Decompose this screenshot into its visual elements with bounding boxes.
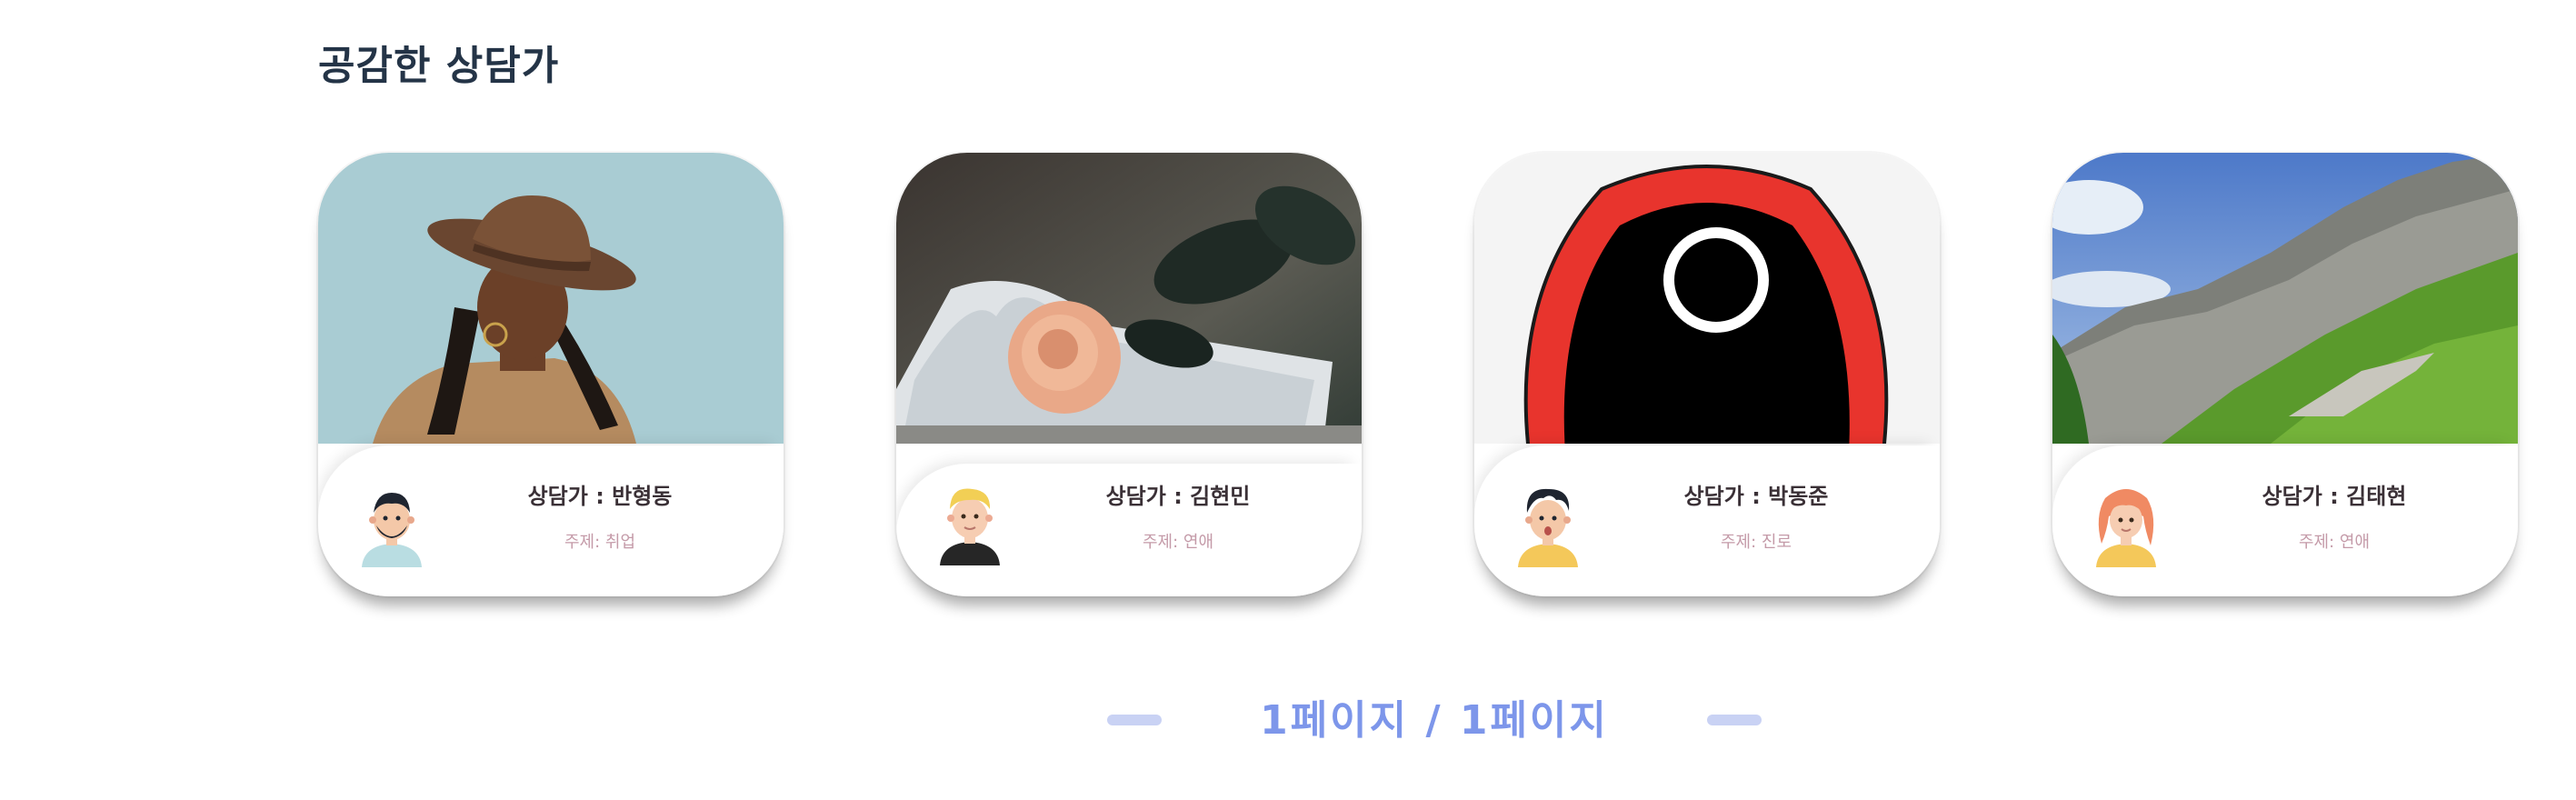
next-page-button[interactable] bbox=[1707, 715, 1762, 725]
blonde-man-avatar-icon bbox=[940, 488, 1000, 565]
counseling-topic: 주제: 연애 bbox=[2298, 533, 2371, 552]
card-info: 상담가 : 김현민 주제: 연애 bbox=[896, 464, 1362, 596]
section-title: 공감한 상담가 bbox=[318, 43, 560, 89]
counseling-topic: 주제: 연애 bbox=[1142, 533, 1214, 552]
red-haired-woman-avatar-icon bbox=[2096, 489, 2156, 567]
rose-on-book-photo bbox=[896, 153, 1362, 444]
card-info: 상담가 : 박동준 주제: 진로 bbox=[1474, 445, 1940, 596]
counselor-name: 상담가 : 반형동 bbox=[527, 484, 673, 509]
counselor-name: 상담가 : 박동준 bbox=[1683, 484, 1829, 509]
portrait-woman-hat-photo bbox=[318, 153, 784, 444]
counselor-name: 상담가 : 김태현 bbox=[2261, 484, 2407, 509]
counseling-topic: 주제: 취업 bbox=[564, 533, 636, 552]
previous-page-button[interactable] bbox=[1107, 715, 1162, 725]
mountain-landscape-photo bbox=[2052, 153, 2518, 444]
counselor-card-4[interactable]: 상담가 : 김태현 주제: 연애 bbox=[2052, 153, 2518, 596]
page-indicator: 1페이지 / 1페이지 bbox=[1260, 697, 1609, 744]
surprised-boy-avatar-icon bbox=[1518, 488, 1578, 567]
counseling-topic: 주제: 진로 bbox=[1720, 533, 1792, 552]
counselor-name: 상담가 : 김현민 bbox=[1105, 484, 1251, 509]
card-info: 상담가 : 김태현 주제: 연애 bbox=[2052, 445, 2518, 596]
counselor-card-1[interactable]: 상담가 : 반형동 주제: 취업 bbox=[318, 153, 784, 596]
page: 공감한 상담가 상담가: 반형동 주제: 취업 상담가: 김현민 주제: 연… bbox=[0, 0, 2576, 800]
pagination: 1페이지 / 1페이지 bbox=[1107, 687, 1762, 744]
card-info: 상담가 : 반형동 주제: 취업 bbox=[318, 445, 784, 596]
red-hood-mask-photo bbox=[1474, 153, 1940, 444]
counselor-card-2[interactable]: 상담가 : 김현민 주제: 연애 bbox=[896, 153, 1362, 596]
bearded-man-avatar-icon bbox=[362, 493, 422, 567]
counselor-card-3[interactable]: 상담가 : 박동준 주제: 진로 bbox=[1474, 153, 1940, 596]
